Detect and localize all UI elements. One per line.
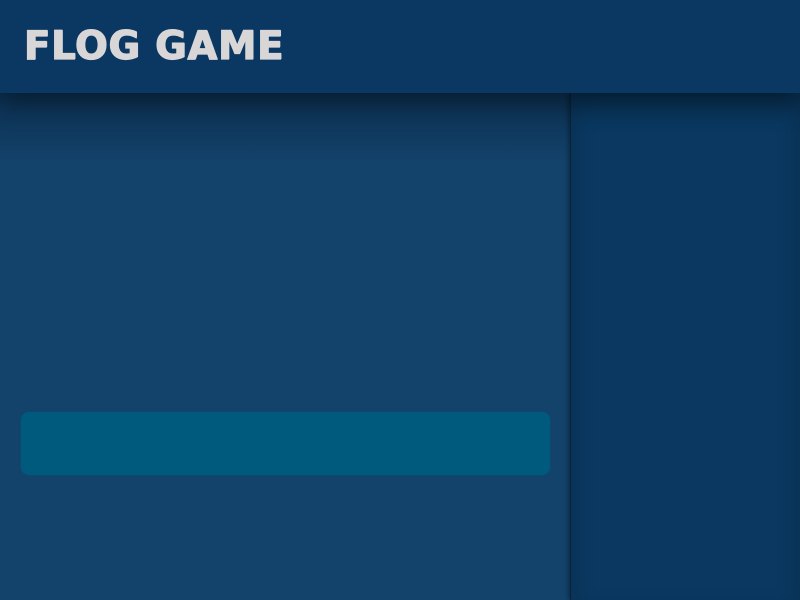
game-title: FLOG GAME bbox=[23, 23, 285, 69]
right-side-panel bbox=[570, 93, 800, 600]
game-action-bar[interactable] bbox=[21, 412, 550, 475]
header-shadow bbox=[0, 93, 570, 163]
flog-game-screen: FLOG GAME bbox=[0, 0, 800, 600]
main-game-area bbox=[0, 93, 570, 600]
side-panel-divider bbox=[570, 93, 571, 600]
top-header: FLOG GAME bbox=[0, 0, 800, 93]
